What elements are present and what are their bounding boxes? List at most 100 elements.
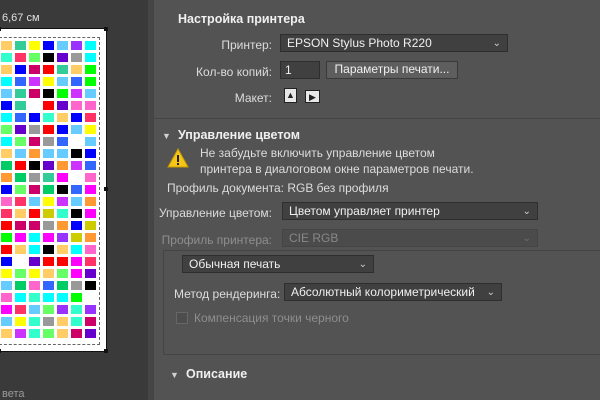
preview-sheet[interactable] [0,27,108,353]
color-patch [57,65,68,74]
color-patch [85,53,96,62]
color-patch [15,149,26,158]
print-settings-pane: Настройка принтера Принтер: EPSON Stylus… [154,0,600,400]
color-patch [57,221,68,230]
color-patch [1,305,12,314]
color-patch [57,305,68,314]
color-patch [15,221,26,230]
layout-label: Макет: [234,91,272,105]
color-patch [15,269,26,278]
chevron-down-icon: ⌄ [522,206,531,217]
document-profile-text: Профиль документа: RGB без профиля [167,181,389,195]
color-patch [43,101,54,110]
color-patch [57,197,68,206]
color-patch [71,197,82,206]
resize-handle[interactable] [0,27,1,31]
color-patch [1,41,12,50]
copies-input[interactable]: 1 [280,61,320,79]
print-mode-dropdown[interactable]: Обычная печать ⌄ [182,255,374,273]
color-patch [85,41,96,50]
color-patch [15,65,26,74]
color-patch [85,329,96,338]
resize-handle[interactable] [104,187,108,191]
rendering-intent-dropdown[interactable]: Абсолютный колориметрический ⌄ [284,283,502,301]
warning-line: принтера в диалоговом окне параметров пе… [200,162,474,176]
color-patch [15,293,26,302]
color-patch [15,89,26,98]
color-patch [29,101,40,110]
color-patch [1,317,12,326]
color-patch [43,125,54,134]
color-patch [29,77,40,86]
description-title[interactable]: Описание [186,367,247,381]
printer-profile-dropdown[interactable]: CIE RGB ⌄ [282,229,538,247]
color-patch [57,173,68,182]
color-patch [85,161,96,170]
color-patch [57,281,68,290]
printer-label: Принтер: [221,38,272,52]
color-patch [15,257,26,266]
chevron-down-icon: ⌄ [492,38,501,49]
color-patch [29,245,40,254]
color-patch [43,305,54,314]
color-patch [43,185,54,194]
printer-profile-label: Профиль принтера: [161,233,272,247]
color-warning-text: Не забудьте включить управление цветом п… [200,145,474,177]
color-patch [43,197,54,206]
color-patch [1,89,12,98]
color-patch [71,317,82,326]
color-patch [1,77,12,86]
color-patch [71,233,82,242]
color-patch [29,89,40,98]
color-patch [43,113,54,122]
color-patch [29,281,40,290]
color-patch [29,185,40,194]
color-patch [85,317,96,326]
color-management-title[interactable]: Управление цветом [178,128,300,142]
color-patch [29,233,40,242]
color-patch [29,293,40,302]
color-patch [57,137,68,146]
color-patch [1,149,12,158]
color-patch [1,161,12,170]
color-patch [15,137,26,146]
color-patch [85,137,96,146]
color-patch [57,317,68,326]
color-patch [29,161,40,170]
chevron-down-icon: ⌄ [486,287,495,298]
color-patch [57,89,68,98]
color-patch [29,125,40,134]
chevron-down-icon[interactable]: ▼ [170,370,179,380]
color-patch [43,41,54,50]
color-patch [57,269,68,278]
printer-profile-value: CIE RGB [289,231,339,245]
print-settings-button[interactable]: Параметры печати... [326,61,458,79]
color-patch [85,89,96,98]
color-patch [57,125,68,134]
resize-handle[interactable] [0,349,1,353]
printer-dropdown[interactable]: EPSON Stylus Photo R220 ⌄ [280,34,508,52]
resize-handle[interactable] [104,349,108,353]
color-handling-dropdown[interactable]: Цветом управляет принтер ⌄ [282,202,538,220]
section-divider [154,118,600,119]
color-patch [29,329,40,338]
color-patch [1,185,12,194]
color-patch [43,245,54,254]
black-point-compensation-checkbox[interactable] [176,312,188,324]
portrait-layout-icon[interactable]: ▲ [284,88,297,103]
color-patch [1,269,12,278]
color-patch [1,101,12,110]
color-patch [43,65,54,74]
preview-bottom-text: вета [2,388,25,400]
chevron-down-icon[interactable]: ▼ [162,131,171,141]
color-patch [57,41,68,50]
rendering-label: Метод рендеринга: [174,287,281,301]
color-patch [15,329,26,338]
color-patch [85,113,96,122]
color-patch [71,41,82,50]
color-patch [43,329,54,338]
resize-handle[interactable] [104,27,108,31]
copies-label: Кол-во копий: [196,65,272,79]
landscape-layout-icon[interactable]: ▶ [305,90,320,103]
warning-icon [167,148,189,168]
